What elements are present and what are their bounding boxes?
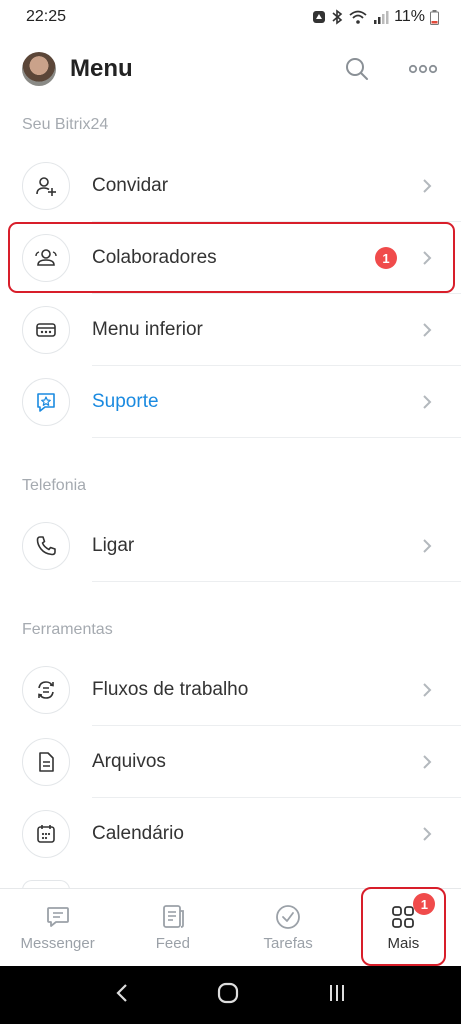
nav-tarefas[interactable]: Tarefas <box>231 889 346 966</box>
system-nav-bar <box>0 966 461 1024</box>
battery-percent: 11% <box>394 8 425 25</box>
menu-item-suporte[interactable]: Suporte <box>0 366 461 438</box>
bottom-menu-icon <box>22 306 70 354</box>
bluetooth-icon <box>331 9 343 25</box>
chevron-right-icon <box>415 250 439 266</box>
file-icon <box>22 738 70 786</box>
avatar[interactable] <box>22 52 56 86</box>
nav-mais[interactable]: Mais 1 <box>346 889 461 966</box>
check-circle-icon <box>276 905 301 929</box>
menu-item-label: Suporte <box>92 391 159 412</box>
status-icons: 11% <box>312 8 439 26</box>
nav-label: Tarefas <box>263 935 313 952</box>
menu-item-label: Convidar <box>92 175 169 196</box>
header: Menu <box>0 34 461 104</box>
menu-item-fluxos-de-trabalho[interactable]: Fluxos de trabalho <box>0 654 461 726</box>
notification-badge: 1 <box>413 893 436 915</box>
nav-messenger[interactable]: Messenger <box>0 889 115 966</box>
notification-badge: 1 <box>375 247 397 269</box>
nav-label: Messenger <box>20 935 95 952</box>
page-title: Menu <box>70 55 133 82</box>
recent-apps-icon[interactable] <box>327 983 347 1008</box>
feed-icon <box>162 905 184 928</box>
chevron-right-icon <box>415 538 439 554</box>
menu-item-label: Arquivos <box>92 751 166 772</box>
status-time: 22:25 <box>26 8 67 25</box>
back-icon[interactable] <box>114 982 130 1009</box>
menu-item-arquivos[interactable]: Arquivos <box>0 726 461 798</box>
support-icon <box>22 378 70 426</box>
chat-icon <box>46 907 69 927</box>
add-user-icon <box>22 162 70 210</box>
more-icon[interactable] <box>407 53 439 85</box>
notification-icon <box>312 10 326 24</box>
menu-item-calendario[interactable]: Calendário <box>0 798 461 870</box>
menu-item-menu-inferior[interactable]: Menu inferior <box>0 294 461 366</box>
menu-item-label: Calendário <box>92 823 184 844</box>
menu-item-label: Menu inferior <box>92 319 203 340</box>
nav-feed[interactable]: Feed <box>115 889 230 966</box>
divider <box>92 581 461 582</box>
chevron-right-icon <box>415 826 439 842</box>
battery-icon <box>430 9 439 25</box>
section-title-seu-bitrix24: Seu Bitrix24 <box>22 116 109 133</box>
menu-item-colaboradores[interactable]: Colaboradores 1 <box>0 222 461 294</box>
status-bar: 22:25 11% <box>0 0 461 34</box>
users-icon <box>22 234 70 282</box>
chevron-right-icon <box>415 754 439 770</box>
workflow-icon <box>22 666 70 714</box>
chevron-right-icon <box>415 178 439 194</box>
search-icon[interactable] <box>341 53 373 85</box>
bottom-nav: Messenger Feed Tarefas Mais 1 <box>0 888 461 966</box>
divider <box>92 437 461 438</box>
nav-label: Mais <box>387 935 420 952</box>
menu-item-label: Colaboradores <box>92 247 217 268</box>
chevron-right-icon <box>415 322 439 338</box>
phone-icon <box>22 522 70 570</box>
chevron-right-icon <box>415 682 439 698</box>
menu-item-label: Ligar <box>92 535 135 556</box>
wifi-icon <box>348 9 368 25</box>
section-title-telefonia: Telefonia <box>22 477 87 494</box>
home-icon[interactable] <box>217 982 239 1009</box>
menu-item-convidar[interactable]: Convidar <box>0 150 461 222</box>
section-title-ferramentas: Ferramentas <box>22 621 113 638</box>
nav-label: Feed <box>155 935 190 952</box>
chevron-right-icon <box>415 394 439 410</box>
signal-icon <box>373 10 389 24</box>
calendar-icon <box>22 810 70 858</box>
menu-item-label: Fluxos de trabalho <box>92 679 249 700</box>
menu-item-ligar[interactable]: Ligar <box>0 510 461 582</box>
